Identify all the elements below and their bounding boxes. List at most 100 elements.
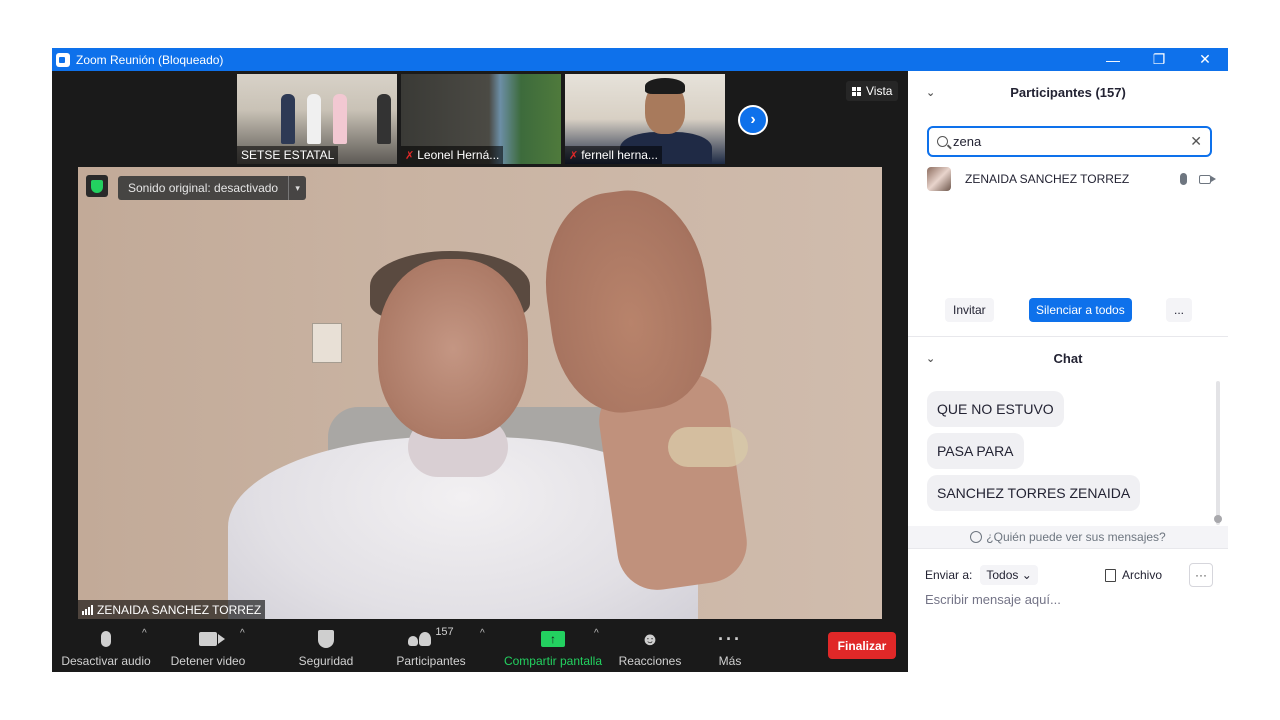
video-thumbnail[interactable]: ✗ fernell herna... bbox=[565, 74, 725, 164]
chat-message: PASA PARA bbox=[927, 433, 1024, 469]
smiley-plus-icon: ☻ bbox=[640, 628, 660, 649]
share-screen-icon: ↑ bbox=[541, 631, 565, 647]
chevron-down-icon[interactable]: ⌄ bbox=[926, 352, 935, 365]
thumbnail-name-text: Leonel Herná... bbox=[417, 148, 500, 162]
original-sound-label: Sonido original: desactivado bbox=[128, 181, 279, 195]
end-meeting-button[interactable]: Finalizar bbox=[828, 632, 896, 659]
side-panel: ⌄ Participantes (157) ✕ ZENAIDA SANCHEZ … bbox=[908, 71, 1228, 672]
more-dots-icon: ··· bbox=[718, 628, 742, 649]
participants-label: Participantes bbox=[396, 654, 466, 668]
who-can-see-link[interactable]: ¿Quién puede ver sus mensajes? bbox=[908, 526, 1228, 548]
participant-row[interactable]: ZENAIDA SANCHEZ TORREZ bbox=[927, 166, 1217, 192]
participant-search-box: ✕ bbox=[927, 126, 1212, 157]
window-title: Zoom Reunión (Bloqueado) bbox=[76, 52, 224, 67]
shield-icon bbox=[318, 630, 334, 648]
audio-options-caret[interactable]: ^ bbox=[142, 628, 147, 639]
file-icon bbox=[1105, 568, 1116, 582]
person-figure bbox=[377, 94, 391, 144]
speaker-name: ZENAIDA SANCHEZ TORREZ bbox=[97, 602, 262, 617]
close-window-button[interactable]: ✕ bbox=[1182, 48, 1228, 71]
more-button[interactable]: ··· Más bbox=[712, 626, 748, 669]
send-to-row: Enviar a: Todos ⌄ Archivo ··· bbox=[925, 563, 1215, 587]
share-screen-button[interactable]: ↑ Compartir pantalla bbox=[502, 626, 604, 668]
original-sound-toggle[interactable]: Sonido original: desactivado ▾ bbox=[118, 176, 307, 200]
invite-button[interactable]: Invitar bbox=[945, 298, 994, 322]
video-camera-icon bbox=[1199, 174, 1216, 184]
chat-message: QUE NO ESTUVO bbox=[927, 391, 1064, 427]
mute-audio-button[interactable]: Desactivar audio bbox=[61, 626, 151, 668]
file-label: Archivo bbox=[1122, 568, 1163, 582]
video-camera-icon bbox=[199, 632, 225, 646]
stop-video-button[interactable]: Detener video bbox=[168, 626, 248, 668]
title-bar: Zoom Reunión (Bloqueado) — ❐ ✕ bbox=[52, 48, 1228, 71]
speaker-head bbox=[378, 259, 528, 439]
grid-view-icon bbox=[852, 86, 861, 96]
chat-message: SANCHEZ TORRES ZENAIDA bbox=[927, 475, 1141, 511]
video-thumbnail[interactable]: ✗ Leonel Herná... bbox=[401, 74, 561, 164]
chat-scrollbar-thumb[interactable] bbox=[1214, 515, 1222, 523]
chat-more-button[interactable]: ··· bbox=[1189, 563, 1213, 587]
encryption-shield-icon[interactable] bbox=[86, 175, 108, 197]
thumbnail-name: SETSE ESTATAL bbox=[237, 146, 339, 164]
restore-button[interactable]: ❐ bbox=[1136, 48, 1182, 71]
thumbnail-name-text: SETSE ESTATAL bbox=[241, 148, 335, 162]
participants-button[interactable]: 157 Participantes bbox=[396, 626, 466, 668]
more-label: Más bbox=[718, 654, 742, 668]
person-figure bbox=[307, 94, 321, 144]
chat-panel-title: Chat bbox=[1053, 350, 1083, 366]
person-hair bbox=[645, 78, 685, 94]
signal-strength-icon bbox=[82, 604, 93, 615]
participants-options-caret[interactable]: ^ bbox=[480, 628, 485, 639]
participant-name: ZENAIDA SANCHEZ TORREZ bbox=[965, 172, 1130, 186]
chevron-right-icon: › bbox=[750, 111, 756, 128]
mute-audio-label: Desactivar audio bbox=[61, 654, 151, 668]
reactions-button[interactable]: ☻ Reacciones bbox=[618, 626, 682, 669]
active-speaker-video[interactable] bbox=[78, 167, 882, 619]
meeting-area: SETSE ESTATAL ✗ Leonel Herná... ✗ fernel… bbox=[52, 71, 908, 672]
view-button-label: Vista bbox=[866, 84, 893, 98]
panel-divider bbox=[908, 336, 1228, 337]
speaker-name-tag: ZENAIDA SANCHEZ TORREZ bbox=[78, 600, 266, 619]
person-figure bbox=[333, 94, 347, 144]
zoom-window: Zoom Reunión (Bloqueado) — ❐ ✕ SETSE EST… bbox=[52, 48, 1228, 672]
chat-panel-header: ⌄ Chat bbox=[908, 338, 1228, 378]
chevron-down-icon: ⌄ bbox=[1021, 568, 1032, 582]
person-figure bbox=[281, 94, 295, 144]
avatar bbox=[927, 167, 951, 191]
mic-muted-icon: ✗ bbox=[405, 149, 415, 162]
minimize-button[interactable]: — bbox=[1090, 48, 1136, 71]
microphone-icon bbox=[1180, 173, 1187, 185]
speaker-bracelet bbox=[668, 427, 748, 467]
mic-muted-icon: ✗ bbox=[569, 149, 579, 162]
stop-video-label: Detener video bbox=[170, 654, 246, 668]
participant-search-input[interactable] bbox=[953, 134, 1191, 149]
thumbnail-name: ✗ fernell herna... bbox=[565, 146, 662, 164]
video-thumbnail[interactable]: SETSE ESTATAL bbox=[237, 74, 397, 164]
send-to-label: Enviar a: bbox=[925, 568, 973, 582]
meeting-toolbar: Desactivar audio ^ Detener video ^ Segur… bbox=[52, 622, 908, 672]
send-to-value: Todos bbox=[986, 568, 1019, 582]
view-button[interactable]: Vista bbox=[846, 81, 899, 101]
clear-search-icon[interactable]: ✕ bbox=[1190, 133, 1202, 150]
video-options-caret[interactable]: ^ bbox=[240, 628, 245, 639]
thumbnail-name-text: fernell herna... bbox=[581, 148, 658, 162]
share-options-caret[interactable]: ^ bbox=[594, 628, 599, 639]
participants-icon bbox=[408, 632, 432, 646]
send-to-dropdown[interactable]: Todos ⌄ bbox=[980, 565, 1038, 585]
next-page-button[interactable]: › bbox=[738, 105, 768, 135]
chat-compose bbox=[925, 592, 1215, 616]
reactions-label: Reacciones bbox=[618, 654, 682, 668]
chevron-down-icon[interactable]: ▾ bbox=[288, 176, 306, 200]
chat-message-input[interactable] bbox=[925, 592, 1215, 616]
participants-panel-header: ⌄ Participantes (157) bbox=[908, 71, 1228, 113]
participants-panel-title: Participantes (157) bbox=[1010, 84, 1126, 100]
mute-all-button[interactable]: Silenciar a todos bbox=[1029, 298, 1132, 322]
person-icon bbox=[970, 531, 983, 543]
share-screen-label: Compartir pantalla bbox=[503, 654, 603, 668]
file-button[interactable]: Archivo bbox=[1105, 568, 1162, 582]
chevron-down-icon[interactable]: ⌄ bbox=[926, 86, 935, 99]
participants-more-button[interactable]: ... bbox=[1166, 298, 1193, 322]
security-button[interactable]: Seguridad bbox=[296, 626, 356, 668]
chat-scrollbar[interactable] bbox=[1216, 381, 1220, 525]
thumbnail-name: ✗ Leonel Herná... bbox=[401, 146, 504, 164]
